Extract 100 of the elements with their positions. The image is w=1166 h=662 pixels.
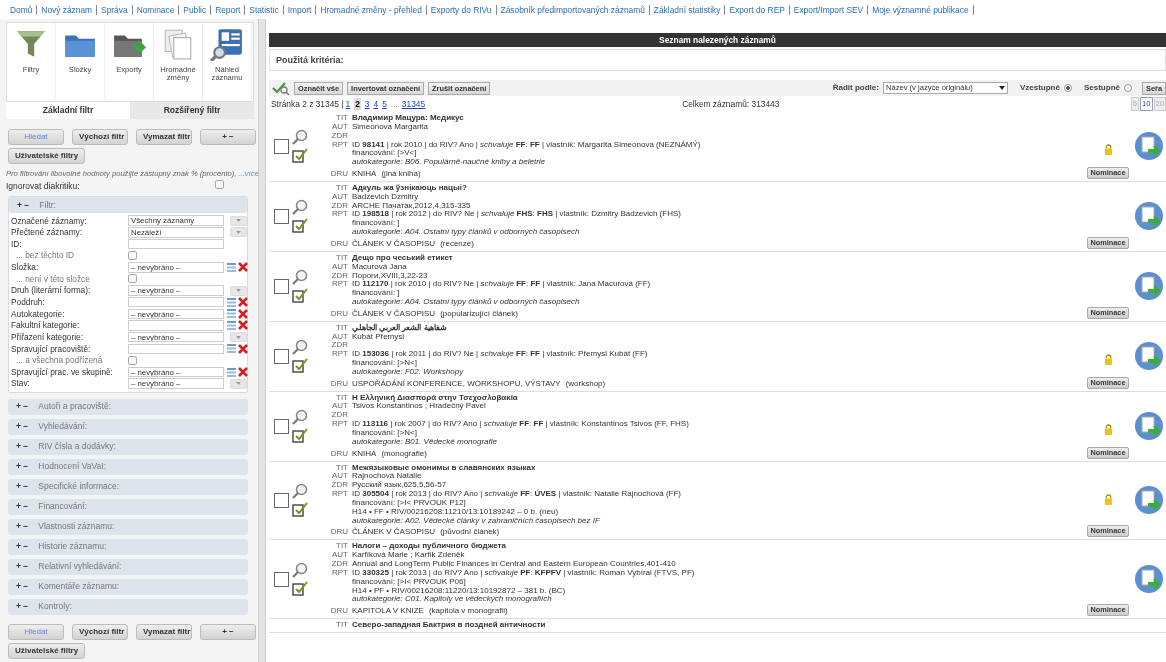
nav-link[interactable]: Moje významné publikace: [868, 5, 974, 15]
edit-icon[interactable]: [292, 501, 308, 518]
record-title: Северо-западная Бактрия в поздней античности: [352, 621, 546, 630]
page-link[interactable]: 3: [364, 97, 370, 111]
dropdown-button[interactable]: [230, 227, 247, 238]
nav-link[interactable]: Public: [179, 5, 212, 15]
scrollbar[interactable]: [258, 19, 266, 662]
page-link[interactable]: 31345: [401, 97, 426, 111]
total-count: Celkem záznamů: 313443: [682, 97, 780, 111]
page-link[interactable]: 2: [354, 97, 361, 111]
list-icon[interactable]: [227, 320, 236, 330]
list-icon[interactable]: [227, 309, 236, 319]
section-header[interactable]: + − Vlastnosti záznamu:: [8, 518, 248, 535]
edit-icon[interactable]: [292, 580, 308, 597]
input-field[interactable]: [128, 320, 224, 331]
dropdown-button[interactable]: [230, 215, 247, 226]
nav-link[interactable]: Zásobník předimportovaných záznamů: [496, 5, 650, 15]
search-icon[interactable]: [292, 269, 308, 286]
search-icon[interactable]: [292, 129, 308, 146]
field-label: Stav:: [10, 377, 31, 390]
checkbox[interactable]: [274, 348, 289, 364]
nav-link[interactable]: Import: [283, 5, 317, 15]
filter-button[interactable]: Výchozí filtr: [72, 623, 128, 640]
close-icon[interactable]: [238, 262, 248, 273]
checkbox[interactable]: [274, 208, 289, 224]
filter-tab[interactable]: Základní filtr: [6, 102, 130, 119]
user-filters-button[interactable]: Uživatelské filtry: [8, 147, 86, 164]
close-icon[interactable]: [238, 320, 248, 331]
nav-link[interactable]: Nový záznam: [37, 5, 98, 15]
radio-button[interactable]: [1063, 84, 1072, 92]
section-header[interactable]: + − Hodnocení VaVaI:: [8, 458, 248, 475]
record-text: autokategorie: B01. Vědecké monografie: [352, 437, 497, 447]
checkbox[interactable]: [274, 278, 289, 294]
page-link[interactable]: 4: [373, 97, 379, 111]
close-icon[interactable]: [238, 297, 248, 308]
checkbox[interactable]: [274, 138, 289, 154]
field-label: ZDR: [330, 341, 349, 351]
nav-link[interactable]: Export do REP: [725, 5, 790, 15]
nav-link[interactable]: Základní statistiky: [649, 5, 726, 15]
close-icon[interactable]: [238, 343, 248, 354]
checkbox[interactable]: [128, 355, 137, 365]
search-icon[interactable]: [292, 199, 308, 216]
search-icon[interactable]: [292, 409, 308, 426]
section-header[interactable]: + − Komentáře záznamu:: [8, 578, 248, 595]
edit-icon[interactable]: [292, 427, 308, 444]
section-header[interactable]: + − Autoři a pracoviště:: [8, 398, 248, 415]
record-note: (recenze): [440, 239, 474, 249]
nav-link[interactable]: Statistic: [245, 5, 284, 15]
edit-icon[interactable]: [292, 357, 308, 374]
close-icon[interactable]: [238, 308, 248, 319]
section-header[interactable]: + − Relativní vyhledávání:: [8, 558, 248, 575]
dropdown-button[interactable]: [230, 285, 247, 296]
search-icon[interactable]: [292, 339, 308, 356]
user-filters-button[interactable]: Uživatelské filtry: [8, 642, 86, 659]
record-text: financování: [>N<]: [352, 359, 417, 368]
radio-button[interactable]: [1123, 84, 1132, 92]
section-header[interactable]: + − Filtr:: [9, 196, 247, 213]
list-icon[interactable]: [227, 262, 236, 272]
search-icon[interactable]: [292, 483, 308, 500]
section-header[interactable]: + − RIV čísla a dodávky:: [8, 438, 248, 455]
list-icon[interactable]: [227, 367, 236, 377]
dropdown-button[interactable]: [230, 332, 247, 343]
nav-link[interactable]: Nominace: [132, 5, 180, 15]
page-link[interactable]: 5: [382, 97, 387, 111]
checkbox[interactable]: [274, 418, 289, 434]
section-header[interactable]: + − Vyhledávání:: [8, 418, 248, 435]
filter-button[interactable]: Výchozí filtr: [72, 128, 128, 145]
nav-link[interactable]: Report: [211, 5, 246, 15]
dropdown-button[interactable]: [230, 378, 247, 389]
edit-icon[interactable]: [292, 287, 308, 304]
nav-link[interactable]: Export/Import SEV: [789, 5, 869, 15]
edit-icon[interactable]: [292, 147, 308, 164]
input-field[interactable]: [128, 238, 224, 250]
filter-tab[interactable]: Rozšířený filtr: [130, 102, 254, 119]
nav-link[interactable]: Domů: [6, 5, 38, 15]
section-header[interactable]: + − Historie záznamu:: [8, 538, 248, 555]
list-icon[interactable]: [227, 344, 236, 354]
input-field[interactable]: [128, 296, 224, 308]
filter-button[interactable]: + −: [200, 623, 256, 640]
filter-button[interactable]: Vymazat filtr: [136, 623, 192, 640]
list-icon[interactable]: [227, 297, 236, 307]
nav-link[interactable]: Exporty do RIVu: [426, 5, 497, 15]
edit-icon[interactable]: [292, 217, 308, 234]
page-link[interactable]: 1: [345, 97, 351, 111]
close-icon[interactable]: [238, 367, 248, 378]
checkbox[interactable]: [128, 274, 137, 284]
section-header[interactable]: + − Specifické informace:: [8, 478, 248, 495]
checkbox[interactable]: [128, 251, 137, 261]
checkbox[interactable]: [215, 180, 224, 190]
nav-link[interactable]: Správa: [97, 5, 133, 15]
search-icon[interactable]: [292, 562, 308, 579]
section-header[interactable]: + − Financování:: [8, 498, 248, 515]
toggle-label: + −: [16, 540, 29, 553]
input-field[interactable]: [128, 343, 224, 354]
nav-link[interactable]: Hromadné změny - přehled: [316, 5, 427, 15]
checkbox[interactable]: [274, 492, 289, 508]
filter-button[interactable]: Vymazat filtr: [136, 128, 192, 145]
checkbox[interactable]: [274, 571, 289, 587]
section-header[interactable]: + − Kontroly:: [8, 598, 248, 615]
filter-button[interactable]: + −: [200, 128, 256, 145]
